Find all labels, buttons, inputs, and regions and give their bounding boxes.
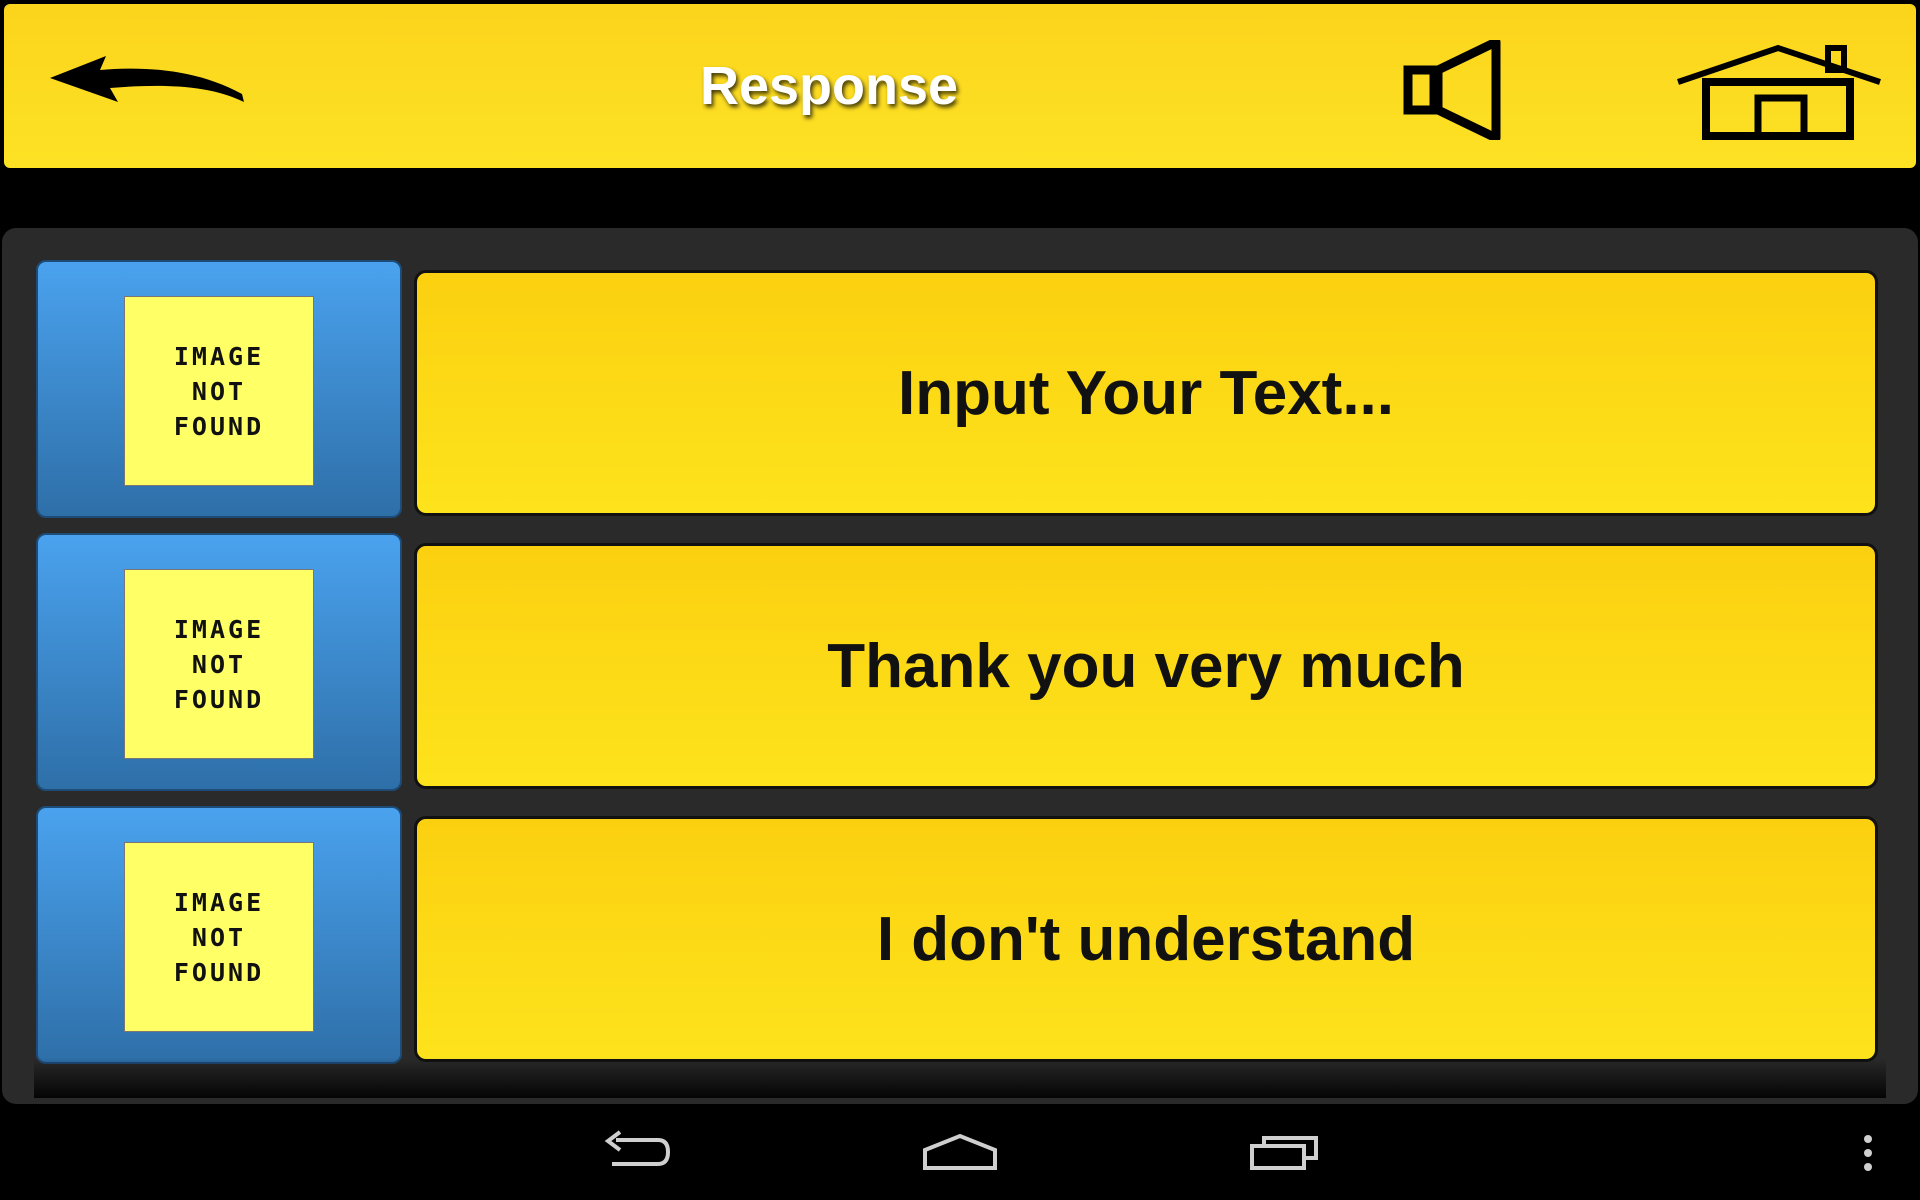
response-phrase-button[interactable]: Thank you very much bbox=[414, 543, 1878, 789]
response-phrase-button[interactable]: I don't understand bbox=[414, 816, 1878, 1062]
list-item: IMAGE NOT FOUND I don't understand bbox=[34, 806, 1886, 1066]
overflow-menu-button[interactable] bbox=[1856, 1134, 1880, 1174]
placeholder-line: NOT bbox=[191, 376, 247, 406]
back-button[interactable] bbox=[48, 56, 248, 136]
placeholder-line: IMAGE bbox=[173, 887, 265, 917]
response-list[interactable]: IMAGE NOT FOUND Input Your Text... IMAGE… bbox=[34, 260, 1886, 1098]
home-icon bbox=[1677, 44, 1881, 140]
home-button[interactable] bbox=[1674, 44, 1884, 140]
speaker-icon bbox=[1403, 37, 1501, 143]
placeholder-line: NOT bbox=[191, 922, 247, 952]
response-image-button[interactable]: IMAGE NOT FOUND bbox=[36, 260, 402, 518]
top-bar: Response bbox=[4, 4, 1916, 168]
system-back-icon bbox=[604, 1130, 671, 1166]
placeholder-line: FOUND bbox=[173, 411, 265, 441]
placeholder-line: IMAGE bbox=[173, 614, 265, 644]
placeholder-line: IMAGE bbox=[173, 341, 265, 371]
system-home-icon bbox=[923, 1133, 997, 1170]
system-back-button[interactable] bbox=[596, 1124, 676, 1180]
response-image-button[interactable]: IMAGE NOT FOUND bbox=[36, 806, 402, 1064]
image-not-found-placeholder: IMAGE NOT FOUND bbox=[124, 296, 314, 486]
placeholder-line: NOT bbox=[191, 649, 247, 679]
recent-apps-button[interactable] bbox=[1246, 1124, 1326, 1180]
system-nav-bar bbox=[0, 1104, 1920, 1200]
placeholder-line: FOUND bbox=[173, 684, 265, 714]
response-image-button[interactable]: IMAGE NOT FOUND bbox=[36, 533, 402, 791]
image-not-found-placeholder: IMAGE NOT FOUND bbox=[124, 842, 314, 1032]
speak-button[interactable] bbox=[1400, 37, 1506, 143]
list-item: IMAGE NOT FOUND Input Your Text... bbox=[34, 260, 1886, 520]
recent-apps-icon bbox=[1250, 1136, 1318, 1170]
response-phrase-button[interactable]: Input Your Text... bbox=[414, 270, 1878, 516]
placeholder-line: FOUND bbox=[173, 957, 265, 987]
system-home-button[interactable] bbox=[920, 1124, 1000, 1180]
back-arrow-icon bbox=[50, 56, 244, 102]
list-item: IMAGE NOT FOUND Thank you very much bbox=[34, 533, 1886, 793]
overflow-menu-icon bbox=[1864, 1135, 1872, 1171]
page-title: Response bbox=[699, 56, 959, 116]
image-not-found-placeholder: IMAGE NOT FOUND bbox=[124, 569, 314, 759]
response-panel: IMAGE NOT FOUND Input Your Text... IMAGE… bbox=[2, 228, 1918, 1104]
